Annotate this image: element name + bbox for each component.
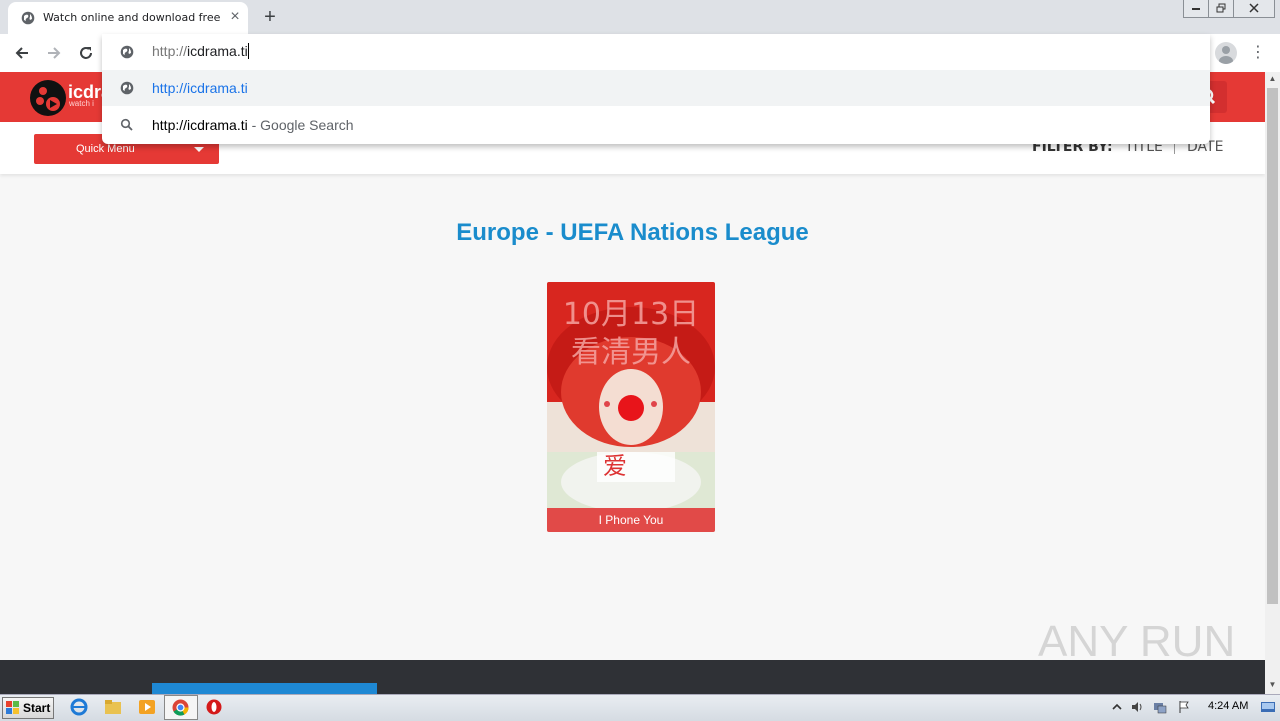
globe-icon <box>120 45 134 59</box>
close-icon <box>1249 3 1259 13</box>
poster-image: 爱 10月13日 看清男人 <box>547 282 715 532</box>
browser-tab[interactable]: Watch online and download free Asi × <box>8 2 248 34</box>
network-icon[interactable] <box>1153 700 1167 714</box>
globe-icon <box>120 81 134 95</box>
profile-avatar[interactable] <box>1215 42 1237 64</box>
taskbar-chrome-button[interactable] <box>164 695 198 720</box>
tab-title: Watch online and download free Asi <box>43 11 223 24</box>
reload-icon <box>80 47 92 59</box>
internet-explorer-icon[interactable] <box>68 697 90 717</box>
restore-icon <box>1216 3 1226 13</box>
forward-arrow-icon <box>48 47 61 59</box>
opera-icon[interactable] <box>203 697 225 717</box>
action-center-flag-icon[interactable] <box>1177 700 1191 714</box>
site-tagline: watch i <box>69 99 94 108</box>
poster-overlay-text: 10月13日 <box>563 297 699 332</box>
video-card-caption[interactable]: I Phone You <box>547 508 715 532</box>
page-title: Europe - UEFA Nations League <box>456 219 809 246</box>
omnibox-suggestion-url[interactable]: http://icdrama.ti <box>102 70 1210 106</box>
close-tab-icon[interactable]: × <box>226 8 244 26</box>
start-label: Start <box>23 701 51 715</box>
scroll-down-icon[interactable]: ▼ <box>1265 678 1280 692</box>
scroll-up-icon[interactable]: ▲ <box>1265 72 1280 86</box>
show-desktop-icon[interactable] <box>1260 700 1276 714</box>
url-host: icdrama.ti <box>187 43 248 59</box>
url-scheme: http:// <box>152 43 188 59</box>
tray-expand-icon[interactable] <box>1110 700 1124 714</box>
forward-button[interactable] <box>41 40 67 66</box>
chrome-icon <box>172 699 189 716</box>
start-button[interactable]: Start <box>2 697 54 719</box>
suggestion-text: http://icdrama.ti - Google Search <box>152 117 354 133</box>
suggestion-query: http://icdrama.ti <box>152 117 248 133</box>
film-reel-icon <box>36 87 60 111</box>
volume-icon[interactable] <box>1130 700 1144 714</box>
svg-text:爱: 爱 <box>603 452 627 480</box>
search-icon <box>120 118 133 131</box>
suggestion-source: - Google Search <box>247 117 354 133</box>
footer-highlight-bar <box>152 683 377 694</box>
text-caret <box>247 43 249 59</box>
close-window-button[interactable] <box>1233 0 1275 18</box>
quick-menu-label: Quick Menu <box>76 143 135 155</box>
media-player-icon[interactable] <box>136 697 158 717</box>
address-input[interactable]: http://icdrama.ti <box>152 43 249 59</box>
suggestion-text: http://icdrama.ti <box>152 80 248 96</box>
back-button[interactable] <box>9 40 35 66</box>
windows-logo-icon <box>6 701 19 714</box>
omnibox-dropdown: http://icdrama.ti http://icdrama.ti http… <box>102 34 1210 144</box>
new-tab-button[interactable]: + <box>259 6 281 28</box>
scrollbar-thumb[interactable] <box>1267 88 1278 604</box>
minimize-button[interactable] <box>1183 0 1209 18</box>
person-icon <box>1219 46 1233 64</box>
file-explorer-icon[interactable] <box>102 697 124 717</box>
taskbar-clock[interactable]: 4:24 AM <box>1208 700 1248 712</box>
browser-menu-icon[interactable]: ⋮ <box>1248 41 1268 65</box>
anyrun-watermark: ANY RUN <box>1038 617 1235 666</box>
omnibox-suggestion-search[interactable]: http://icdrama.ti - Google Search <box>102 107 1210 143</box>
chevron-down-icon <box>194 147 204 152</box>
back-arrow-icon <box>15 47 28 59</box>
svg-text:看清男人: 看清男人 <box>571 335 691 370</box>
globe-icon <box>21 11 35 25</box>
site-logo-icon[interactable] <box>30 80 66 116</box>
address-bar[interactable]: http://icdrama.ti <box>102 34 1210 70</box>
reload-button[interactable] <box>73 40 99 66</box>
restore-button[interactable] <box>1208 0 1234 18</box>
minimize-icon <box>1192 8 1200 10</box>
video-card[interactable]: 爱 10月13日 看清男人 I Phone You <box>547 282 715 532</box>
svg-text:ANY RUN: ANY RUN <box>1038 617 1235 666</box>
